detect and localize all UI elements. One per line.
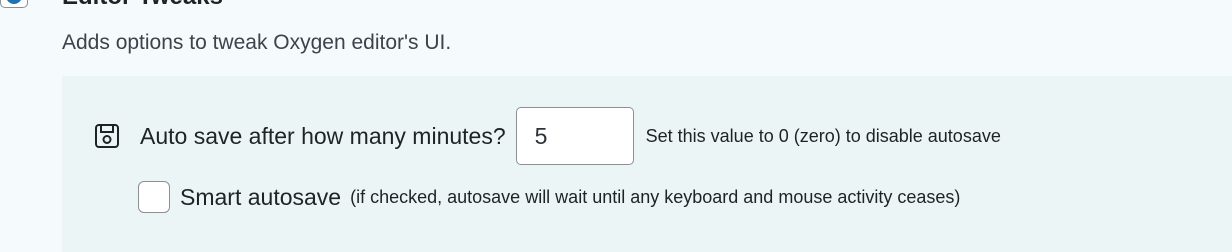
smart-autosave-label[interactable]: Smart autosave (180, 184, 341, 211)
smart-autosave-row: Smart autosave (if checked, autosave wil… (138, 180, 960, 214)
checkmark-icon (7, 0, 21, 4)
autosave-row: Auto save after how many minutes? Set th… (94, 107, 1001, 165)
smart-autosave-checkbox[interactable] (138, 181, 170, 213)
section-title: Editor Tweaks (62, 0, 223, 11)
autosave-minutes-input[interactable] (515, 107, 634, 165)
section-enable-checkbox[interactable] (0, 0, 28, 8)
smart-autosave-hint: (if checked, autosave will wait until an… (350, 186, 961, 207)
settings-panel: Auto save after how many minutes? Set th… (62, 76, 1232, 252)
save-icon (94, 123, 120, 149)
autosave-hint: Set this value to 0 (zero) to disable au… (645, 125, 1001, 146)
autosave-label: Auto save after how many minutes? (140, 122, 506, 149)
section-description: Adds options to tweak Oxygen editor's UI… (62, 31, 452, 54)
